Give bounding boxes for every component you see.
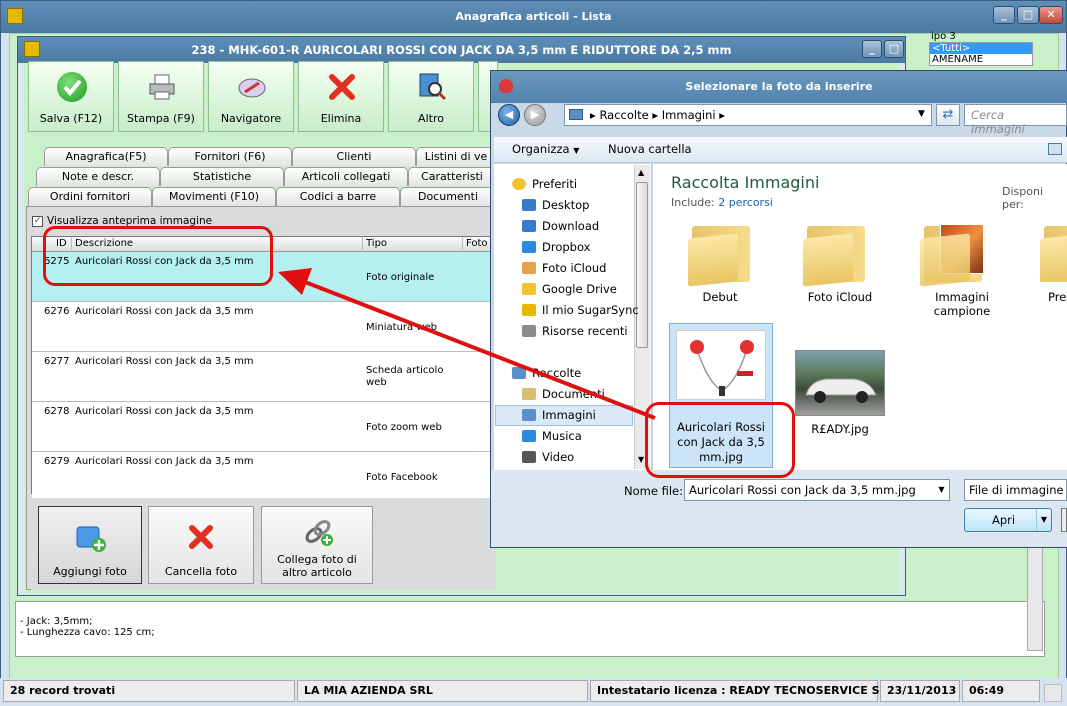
status-license: Intestatario licenza : READY TECNOSERVIC… [590,680,895,702]
status-records: 28 record trovati [3,680,295,702]
annotation-arrow [278,268,656,420]
status-company: LA MIA AZIENDA SRL [297,680,588,702]
status-date: 23/11/2013 [880,680,960,702]
resize-grip-icon[interactable] [1044,684,1062,702]
status-time: 06:49 [962,680,1040,702]
